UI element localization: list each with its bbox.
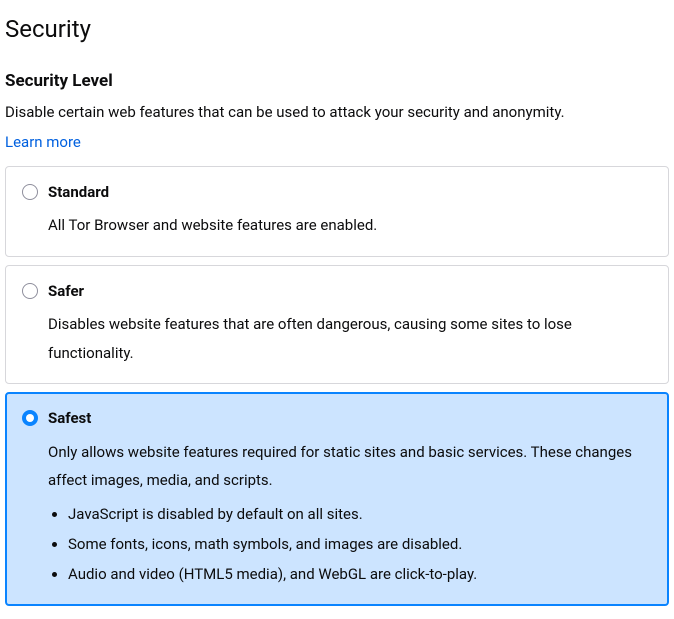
security-option-standard[interactable]: Standard All Tor Browser and website fea… xyxy=(5,166,669,257)
option-header-standard[interactable]: Standard xyxy=(22,181,652,204)
option-desc-safest: Only allows website features required fo… xyxy=(48,438,652,495)
learn-more-link[interactable]: Learn more xyxy=(5,131,81,154)
option-title-safest: Safest xyxy=(48,407,91,430)
radio-safer[interactable] xyxy=(22,283,38,299)
section-heading: Security Level xyxy=(5,69,669,95)
bullet-item: JavaScript is disabled by default on all… xyxy=(68,499,652,529)
security-option-safest[interactable]: Safest Only allows website features requ… xyxy=(5,392,669,606)
bullet-item: Audio and video (HTML5 media), and WebGL… xyxy=(68,559,652,589)
security-option-safer[interactable]: Safer Disables website features that are… xyxy=(5,265,669,385)
section-subtitle: Disable certain web features that can be… xyxy=(5,101,669,124)
option-header-safer[interactable]: Safer xyxy=(22,280,652,303)
bullet-item: Some fonts, icons, math symbols, and ima… xyxy=(68,529,652,559)
option-desc-standard: All Tor Browser and website features are… xyxy=(48,211,652,240)
page-title: Security xyxy=(5,11,669,47)
option-desc-safer: Disables website features that are often… xyxy=(48,310,652,367)
radio-standard[interactable] xyxy=(22,184,38,200)
option-header-safest[interactable]: Safest xyxy=(22,407,652,430)
option-title-standard: Standard xyxy=(48,181,109,204)
radio-safest[interactable] xyxy=(22,410,38,426)
option-title-safer: Safer xyxy=(48,280,84,303)
option-bullets-safest: JavaScript is disabled by default on all… xyxy=(48,499,652,589)
